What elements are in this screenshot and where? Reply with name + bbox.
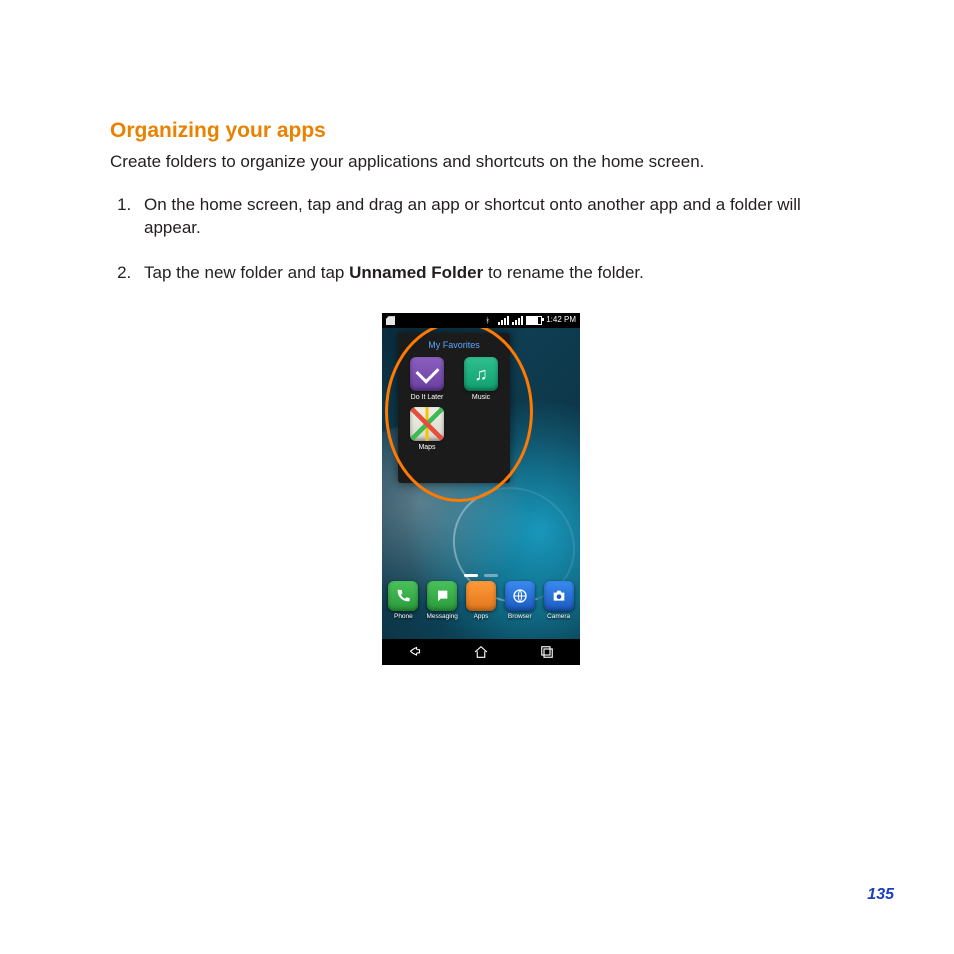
- dock-app-messaging[interactable]: Messaging: [424, 581, 460, 622]
- camera-icon: [544, 581, 574, 611]
- recent-apps-button[interactable]: [538, 643, 556, 661]
- folder-app-music[interactable]: ♫ Music: [457, 357, 505, 402]
- status-right: ᚼ 1:42 PM: [485, 315, 576, 326]
- page-number: 135: [867, 884, 894, 906]
- folder-app-label: Music: [457, 393, 505, 402]
- dock-label: Browser: [502, 613, 538, 622]
- folder-grid: Do It Later ♫ Music Maps: [402, 357, 506, 452]
- clock-text: 1:42 PM: [546, 315, 576, 326]
- navigation-bar: [382, 639, 580, 665]
- screenshot-wrapper: ᚼ 1:42 PM My Favorites Do It Later: [110, 313, 852, 665]
- home-button[interactable]: [472, 643, 490, 661]
- dock-label: Apps: [463, 613, 499, 622]
- check-icon: [410, 357, 444, 391]
- music-note-icon: ♫: [464, 357, 498, 391]
- app-grid-icon: [466, 581, 496, 611]
- steps-list: On the home screen, tap and drag an app …: [110, 194, 852, 285]
- dock-app-camera[interactable]: Camera: [541, 581, 577, 622]
- dock-label: Phone: [385, 613, 421, 622]
- signal-icon: [498, 316, 508, 325]
- status-bar: ᚼ 1:42 PM: [382, 313, 580, 328]
- globe-icon: [505, 581, 535, 611]
- dock-app-phone[interactable]: Phone: [385, 581, 421, 622]
- folder-popup[interactable]: My Favorites Do It Later ♫ Music Maps: [398, 333, 510, 483]
- status-left: [386, 316, 395, 325]
- speech-bubble-icon: [427, 581, 457, 611]
- phone-handset-icon: [388, 581, 418, 611]
- step-2-post: to rename the folder.: [483, 263, 644, 282]
- dock-label: Camera: [541, 613, 577, 622]
- signal-icon-2: [512, 316, 522, 325]
- dock-label: Messaging: [424, 613, 460, 622]
- folder-app-label: Maps: [403, 443, 451, 452]
- section-heading: Organizing your apps: [110, 117, 852, 145]
- bluetooth-icon: ᚼ: [485, 316, 494, 325]
- back-button[interactable]: [406, 643, 424, 661]
- folder-app-maps[interactable]: Maps: [403, 407, 451, 452]
- step-2: Tap the new folder and tap Unnamed Folde…: [136, 262, 852, 285]
- battery-icon: [526, 316, 542, 325]
- manual-page: Organizing your apps Create folders to o…: [0, 0, 954, 954]
- step-1: On the home screen, tap and drag an app …: [136, 194, 852, 240]
- folder-app-label: Do It Later: [403, 393, 451, 402]
- phone-screenshot: ᚼ 1:42 PM My Favorites Do It Later: [382, 313, 580, 665]
- step-2-pre: Tap the new folder and tap: [144, 263, 349, 282]
- folder-app-doitlater[interactable]: Do It Later: [403, 357, 451, 402]
- folder-title[interactable]: My Favorites: [402, 339, 506, 351]
- step-2-bold: Unnamed Folder: [349, 263, 483, 282]
- picture-icon: [386, 316, 395, 325]
- dock-app-apps[interactable]: Apps: [463, 581, 499, 622]
- maps-icon: [410, 407, 444, 441]
- dock: Phone Messaging Apps Browser: [382, 577, 580, 639]
- intro-text: Create folders to organize your applicat…: [110, 151, 852, 174]
- dock-app-browser[interactable]: Browser: [502, 581, 538, 622]
